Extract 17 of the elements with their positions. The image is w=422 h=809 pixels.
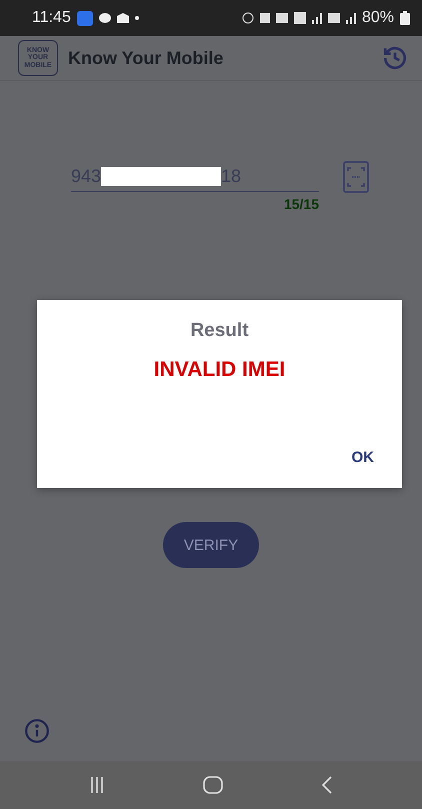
ok-button[interactable]: OK [346,443,380,472]
app-notification-icon [76,10,93,26]
back-icon[interactable] [321,776,333,794]
signal-icon [346,12,356,24]
status-time: 11:45 [32,9,71,27]
character-counter: 15/15 [284,196,319,212]
dialog-title: Result [190,320,249,342]
info-icon[interactable] [24,718,50,744]
verify-button[interactable]: VERIFY [163,522,259,568]
app-title: Know Your Mobile [68,48,224,68]
signal-icon [312,12,322,24]
result-message: INVALID IMEI [154,358,286,382]
battery-percent: 80% [362,9,394,27]
battery-icon [400,11,410,25]
bluetooth-icon [242,12,254,24]
home-icon[interactable] [203,776,223,794]
recent-apps-icon[interactable] [89,776,105,794]
